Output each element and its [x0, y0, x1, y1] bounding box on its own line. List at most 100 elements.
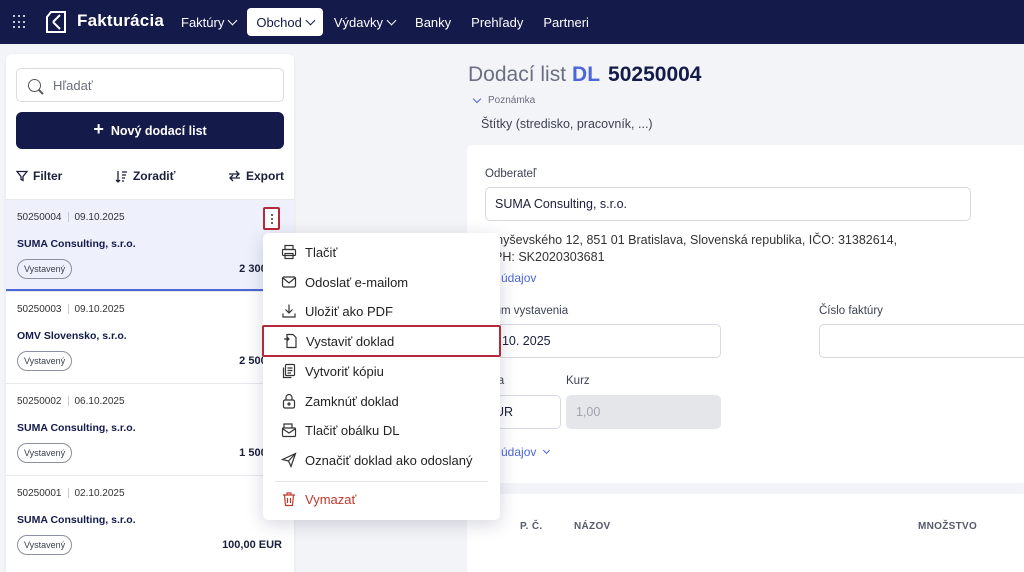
note-toggle-label: Poznámka [488, 95, 536, 106]
app-grid-icon[interactable] [13, 15, 27, 29]
issue-date-field[interactable]: . 10. 2025 [485, 324, 721, 358]
menu-item-label: Vystaviť doklad [306, 333, 395, 349]
download-icon [282, 304, 296, 318]
document-date: 09.10.2025 [74, 304, 125, 315]
address-line: DPH: SK2020303681 [485, 250, 605, 264]
menu-item-send-email[interactable]: Odoslať e-mailom [263, 268, 500, 296]
nav-item-prehlady[interactable]: Prehľady [462, 8, 532, 36]
new-delivery-note-button[interactable]: + Nový dodací list [16, 112, 284, 149]
nav-label: Obchod [256, 14, 302, 30]
page-title: Dodací list DL 50250004 [468, 63, 701, 87]
nav-item-banky[interactable]: Banky [406, 8, 460, 36]
nav-item-vydavky[interactable]: Výdavky [325, 8, 404, 36]
filter-button[interactable]: Filter [16, 167, 62, 185]
menu-item-label: Tlačiť [305, 244, 338, 260]
nav-label: Faktúry [181, 14, 225, 30]
items-table-card [467, 494, 1024, 572]
document-partner: OMV Slovensko, s.r.o. [17, 330, 127, 342]
column-header-number: P. Č. [520, 521, 543, 532]
sort-button[interactable]: Zoradiť [115, 167, 175, 185]
top-navigation-bar: Fakturácia Faktúry Obchod Výdavky Banky … [0, 0, 1024, 44]
document-amount: 100,00 EUR [222, 539, 282, 551]
list-item[interactable]: 50250001 02.10.2025 SUMA Consulting, s.r.… [6, 475, 294, 567]
document-meta: 50250003 09.10.2025 [17, 304, 125, 315]
title-badge: DL [572, 63, 601, 86]
chevron-down-icon [386, 15, 397, 25]
menu-item-print-envelope[interactable]: Tlačiť obálku DL [263, 416, 500, 444]
menu-item-label: Tlačiť obálku DL [305, 422, 400, 438]
document-actions-menu: Tlačiť Odoslať e-mailom Uložiť ako PDF V… [262, 233, 501, 520]
search-box[interactable] [16, 68, 284, 102]
document-number: 50250004 [17, 212, 62, 223]
brand-name[interactable]: Fakturácia [77, 11, 164, 31]
menu-item-print[interactable]: Tlačiť [263, 238, 500, 266]
document-date: 06.10.2025 [74, 396, 125, 407]
menu-item-mark-sent[interactable]: Označiť doklad ako odoslaný [263, 446, 500, 474]
document-meta: 50250001 02.10.2025 [17, 488, 125, 499]
rate-field: 1,00 [566, 395, 721, 429]
document-meta: 50250002 06.10.2025 [17, 396, 125, 407]
sort-label: Zoradiť [132, 169, 176, 183]
nav-item-partneri[interactable]: Partneri [534, 8, 598, 36]
chevron-down-icon [305, 15, 316, 25]
document-list-panel: + Nový dodací list Filter Zoradiť Export… [6, 54, 294, 572]
list-item[interactable]: 50250002 06.10.2025 SUMA Consulting, s.r.… [6, 383, 294, 475]
issue-document-icon [284, 333, 297, 349]
export-icon [228, 170, 240, 182]
plus-icon: + [93, 119, 104, 139]
column-header-quantity: MNOŽSTVO [918, 521, 978, 532]
menu-item-lock[interactable]: Zamknúť doklad [263, 387, 500, 415]
nav-label: Výdavky [333, 14, 384, 30]
document-number: 50250002 [17, 396, 62, 407]
new-delivery-note-label: Nový dodací list [110, 123, 207, 138]
lock-icon [282, 393, 296, 409]
trash-icon [283, 492, 295, 507]
menu-item-delete[interactable]: Vymazať [263, 485, 500, 513]
document-partner: SUMA Consulting, s.r.o. [17, 514, 136, 526]
more-actions-button[interactable] [263, 207, 280, 230]
document-partner: SUMA Consulting, s.r.o. [17, 422, 136, 434]
chevron-down-icon [227, 15, 238, 25]
status-badge: Vystavený [17, 259, 73, 279]
address-line: ernyševského 12, 851 01 Bratislava, Slov… [485, 233, 898, 247]
menu-divider [275, 481, 488, 482]
menu-item-label: Uložiť ako PDF [305, 303, 393, 319]
filter-icon [16, 170, 28, 182]
tags-field[interactable]: Štítky (stredisko, pracovník, ...) [481, 117, 653, 131]
menu-item-label: Odoslať e-mailom [305, 274, 409, 290]
rate-label: Kurz [566, 375, 590, 387]
export-button[interactable]: Export [228, 167, 284, 185]
menu-item-label: Vytvoriť kópiu [305, 363, 384, 379]
document-meta: 50250004 09.10.2025 [17, 212, 125, 223]
document-list: 50250004 09.10.2025 SUMA Consulting, s.r.… [6, 199, 294, 567]
status-badge: Vystavený [17, 351, 73, 371]
menu-item-label: Označiť doklad ako odoslaný [305, 452, 473, 468]
search-input[interactable] [53, 77, 253, 93]
customer-field[interactable]: SUMA Consulting, s.r.o. [485, 187, 971, 221]
invoice-number-field[interactable] [819, 324, 1024, 358]
nav-label: Prehľady [471, 14, 524, 30]
menu-item-save-pdf[interactable]: Uložiť ako PDF [263, 297, 500, 325]
copy-icon [282, 363, 296, 379]
title-number: 50250004 [608, 63, 702, 86]
filter-label: Filter [33, 169, 63, 183]
list-item[interactable]: 50250004 09.10.2025 SUMA Consulting, s.r.… [6, 199, 294, 291]
nav-label: Banky [415, 14, 452, 30]
customer-label: Odberateľ [485, 168, 537, 180]
list-item[interactable]: 50250003 09.10.2025 OMV Slovensko, s.r.o.… [6, 291, 294, 383]
menu-item-issue-document[interactable]: Vystaviť doklad [262, 325, 501, 357]
nav-item-faktury[interactable]: Faktúry [172, 8, 245, 36]
note-toggle[interactable]: Poznámka [472, 94, 536, 106]
title-prefix: Dodací list [468, 63, 567, 86]
nav-item-obchod[interactable]: Obchod [247, 8, 323, 36]
logo-icon[interactable] [44, 10, 68, 34]
menu-item-label: Zamknúť doklad [305, 393, 399, 409]
export-label: Export [245, 169, 284, 183]
document-number: 50250001 [17, 488, 62, 499]
sort-icon [115, 170, 127, 183]
main-nav: Faktúry Obchod Výdavky Banky Prehľady Pa… [172, 7, 600, 37]
chevron-down-icon [472, 94, 482, 103]
menu-item-copy[interactable]: Vytvoriť kópiu [263, 357, 500, 385]
envelope-print-icon [281, 423, 297, 438]
status-badge: Vystavený [17, 443, 73, 463]
